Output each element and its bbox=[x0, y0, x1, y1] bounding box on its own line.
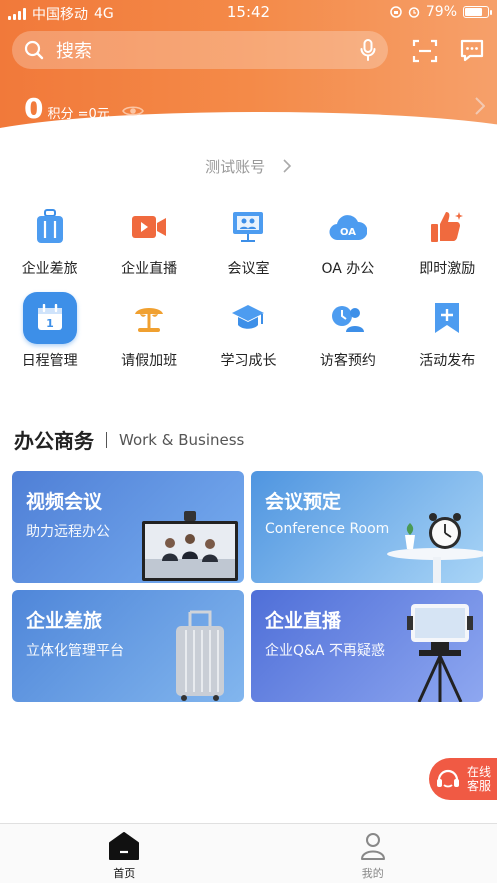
card-title: 视频会议 bbox=[26, 491, 103, 513]
suitcase-illustration bbox=[176, 610, 224, 701]
section-header: 办公商务 Work & Business bbox=[14, 425, 244, 454]
card-business-travel[interactable]: 企业差旅 立体化管理平台 bbox=[12, 590, 244, 702]
card-video-conference[interactable]: 视频会议 助力远程办公 bbox=[12, 471, 244, 583]
message-icon[interactable] bbox=[459, 38, 485, 64]
online-service-button[interactable]: 在线 客服 bbox=[429, 758, 497, 800]
card-live-streaming[interactable]: 企业直播 企业Q&A 不再疑惑 bbox=[251, 590, 483, 702]
section-title-en: Work & Business bbox=[119, 430, 245, 449]
account-switch[interactable]: 测试账号 bbox=[0, 156, 497, 177]
app-meeting-room[interactable]: 会议室 bbox=[199, 206, 298, 278]
search-input[interactable]: 搜索 bbox=[12, 31, 388, 69]
app-live-streaming[interactable]: 企业直播 bbox=[99, 206, 198, 278]
alarm-icon bbox=[408, 7, 420, 18]
app-event-publish[interactable]: 活动发布 bbox=[398, 292, 497, 370]
battery-percent: 79% bbox=[425, 4, 457, 20]
app-label: 请假加班 bbox=[121, 353, 178, 369]
profile-icon bbox=[360, 833, 385, 860]
luggage-icon bbox=[36, 209, 63, 243]
tab-home[interactable]: 首页 bbox=[0, 824, 249, 883]
app-label: 访客预约 bbox=[319, 353, 376, 369]
oa-cloud-icon: OA bbox=[329, 215, 367, 241]
status-bar: 中国移动 4G 15:42 79% bbox=[0, 0, 497, 24]
card-subtitle: Conference Room bbox=[265, 521, 390, 537]
card-subtitle: 立体化管理平台 bbox=[26, 643, 124, 659]
card-title: 企业直播 bbox=[265, 610, 342, 632]
app-learning[interactable]: 学习成长 bbox=[199, 292, 298, 370]
search-icon bbox=[24, 40, 44, 60]
section-title-cn: 办公商务 bbox=[14, 429, 94, 453]
service-label-line2: 客服 bbox=[467, 779, 492, 793]
video-camera-icon bbox=[132, 216, 167, 238]
app-label: 日程管理 bbox=[21, 353, 78, 369]
chevron-right-icon bbox=[283, 159, 292, 173]
card-conference-room[interactable]: 会议预定 Conference Room bbox=[251, 471, 483, 583]
calendar-icon: 1 bbox=[22, 292, 77, 344]
points-value: 0 bbox=[24, 92, 44, 125]
thumbs-up-icon bbox=[431, 212, 464, 242]
svg-text:OA: OA bbox=[340, 227, 356, 238]
card-title: 企业差旅 bbox=[26, 610, 103, 632]
app-label: 活动发布 bbox=[419, 353, 476, 369]
app-label: 会议室 bbox=[227, 261, 270, 277]
clock-table-illustration bbox=[387, 513, 483, 583]
app-label: 即时激励 bbox=[419, 261, 476, 277]
home-icon bbox=[109, 832, 140, 860]
service-label-line1: 在线 bbox=[467, 765, 492, 779]
points-label: 积分 =0元 bbox=[47, 107, 110, 122]
tripod-phone-illustration bbox=[407, 604, 473, 702]
tab-label: 首页 bbox=[113, 867, 136, 880]
app-label: 企业差旅 bbox=[21, 261, 78, 277]
app-label: 企业直播 bbox=[121, 261, 178, 277]
app-leave-overtime[interactable]: 请假加班 bbox=[99, 292, 198, 370]
svg-text:1: 1 bbox=[46, 317, 54, 330]
video-conference-illustration bbox=[142, 511, 238, 581]
points-summary[interactable]: 0 积分 =0元 bbox=[24, 92, 144, 125]
app-instant-reward[interactable]: 即时激励 bbox=[398, 206, 497, 278]
card-subtitle: 助力远程办公 bbox=[26, 524, 110, 540]
visitor-icon bbox=[331, 306, 364, 332]
card-subtitle: 企业Q&A 不再疑惑 bbox=[265, 643, 385, 659]
lock-rotation-icon bbox=[390, 6, 402, 18]
divider bbox=[106, 431, 107, 448]
app-oa-office[interactable]: OA OA 办公 bbox=[298, 206, 397, 278]
chevron-right-icon[interactable] bbox=[475, 97, 485, 115]
tab-label: 我的 bbox=[361, 867, 384, 880]
battery-icon bbox=[463, 6, 492, 18]
beach-umbrella-icon bbox=[135, 308, 164, 332]
eye-icon[interactable] bbox=[121, 104, 144, 118]
app-schedule[interactable]: 1 日程管理 bbox=[0, 292, 99, 370]
app-label: OA 办公 bbox=[321, 261, 375, 277]
card-title: 会议预定 bbox=[265, 491, 342, 513]
search-placeholder: 搜索 bbox=[56, 41, 92, 62]
tab-bar: 首页 我的 bbox=[0, 823, 497, 883]
account-label: 测试账号 bbox=[205, 158, 266, 176]
scan-icon[interactable] bbox=[412, 38, 438, 64]
app-visitor[interactable]: 访客预约 bbox=[298, 292, 397, 370]
tab-profile[interactable]: 我的 bbox=[249, 824, 497, 883]
app-label: 学习成长 bbox=[220, 353, 277, 369]
headset-icon bbox=[437, 769, 459, 788]
graduation-cap-icon bbox=[232, 305, 265, 329]
app-grid-row-1: 企业差旅 企业直播 会议室 OA OA 办公 即时激励 bbox=[0, 206, 497, 278]
microphone-icon[interactable] bbox=[360, 39, 376, 61]
meeting-room-icon bbox=[233, 212, 264, 242]
app-business-travel[interactable]: 企业差旅 bbox=[0, 206, 99, 278]
bookmark-plus-icon bbox=[435, 303, 460, 333]
app-grid-row-2: 1 日程管理 请假加班 学习成长 访客预约 活动发布 bbox=[0, 292, 497, 370]
